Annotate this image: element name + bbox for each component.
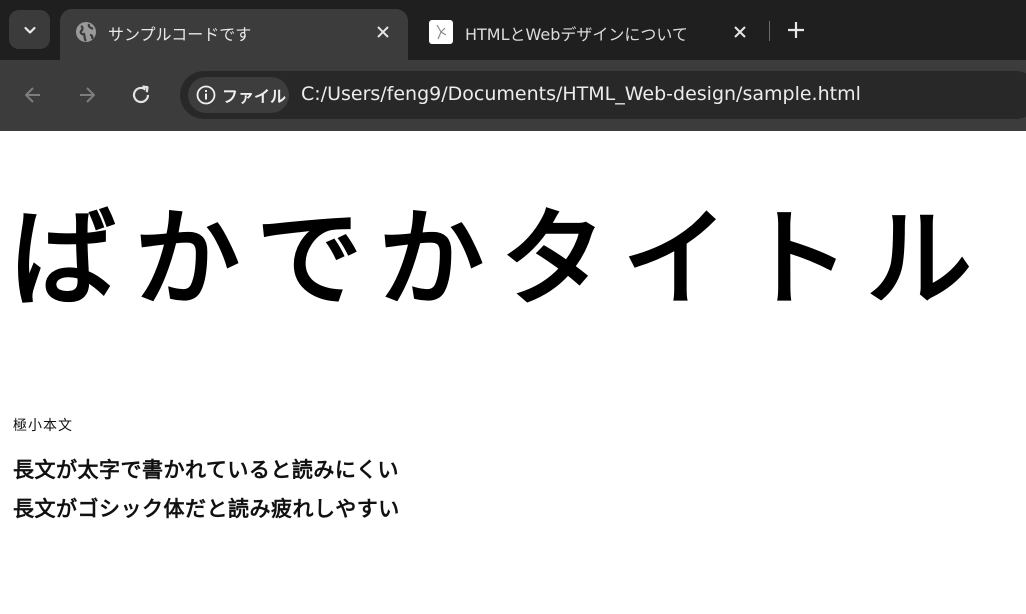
plus-icon [788, 22, 804, 38]
site-info-chip[interactable]: ファイル [188, 77, 289, 113]
forward-button[interactable] [70, 78, 104, 112]
reload-button[interactable] [124, 78, 158, 112]
back-button[interactable] [16, 78, 50, 112]
page-title: ばかでかタイトル [10, 198, 989, 321]
address-bar[interactable]: ファイル C:/Users/feng9/Documents/HTML_Web-d… [180, 71, 1026, 119]
chevron-down-icon [23, 26, 36, 34]
arrow-left-icon [25, 87, 40, 103]
arrow-right-icon [80, 87, 95, 103]
tab-separator [769, 21, 770, 41]
tab-title: HTMLとWebデザインについて [465, 25, 688, 44]
tab-sample-code[interactable]: サンプルコードです [60, 9, 408, 60]
globe-icon [74, 20, 98, 44]
tab-html-web-design[interactable]: HTMLとWebデザインについて [410, 9, 770, 60]
tab-search-button[interactable] [9, 10, 50, 49]
close-tab-icon[interactable] [726, 18, 754, 46]
chip-label: ファイル [222, 87, 287, 106]
body-line: 長文が太字で書かれていると読みにくい [13, 458, 399, 482]
reload-icon [132, 85, 150, 104]
page-content: ばかでかタイトル 極小本文 長文が太字で書かれていると読みにくい 長文がゴシック… [0, 131, 1026, 614]
tab-strip: サンプルコードです HTMLとWebデザインについて [0, 0, 1026, 60]
new-tab-button[interactable] [781, 15, 811, 45]
tiny-body-text: 極小本文 [13, 418, 73, 434]
browser-toolbar: ファイル C:/Users/feng9/Documents/HTML_Web-d… [0, 60, 1026, 131]
body-line: 長文がゴシック体だと読み疲れしやすい [13, 497, 400, 521]
page-favicon-icon [429, 20, 453, 44]
close-tab-icon[interactable] [369, 18, 397, 46]
tab-title: サンプルコードです [108, 25, 252, 44]
url-text[interactable]: C:/Users/feng9/Documents/HTML_Web-design… [301, 83, 861, 105]
info-icon [196, 85, 216, 105]
